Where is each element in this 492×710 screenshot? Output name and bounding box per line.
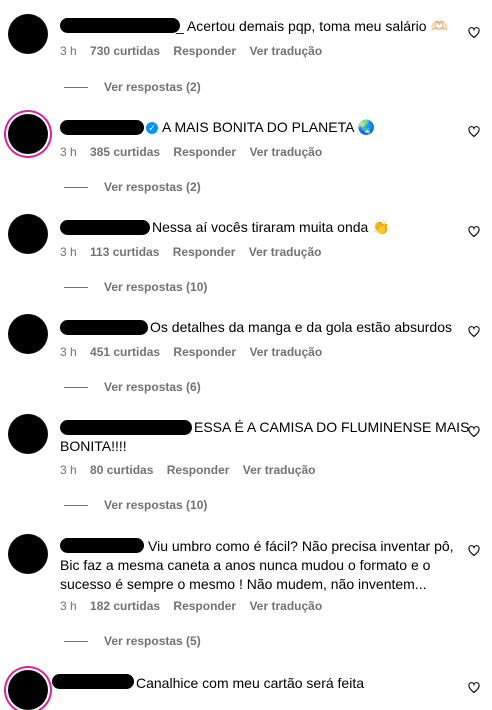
likes-count[interactable]: 730 curtidas xyxy=(90,44,160,58)
comment-text: Os detalhes da manga e da gola estão abs… xyxy=(150,319,452,335)
view-replies-label[interactable]: Ver respostas (10) xyxy=(104,280,207,294)
replies-divider xyxy=(64,641,88,643)
verified-badge-icon: ✓ xyxy=(146,122,158,134)
comment-text: _ Acertou demais pqp, toma meu salário 🫶… xyxy=(176,18,448,34)
replies-divider xyxy=(64,87,88,89)
comment-time: 3 h xyxy=(60,44,77,58)
comment-meta: 3 h 451 curtidas Responder Ver tradução xyxy=(60,345,332,359)
likes-count[interactable]: 451 curtidas xyxy=(90,345,160,359)
reply-button[interactable]: Responder xyxy=(173,599,236,613)
comment-text: Canalhice com meu cartão será feita xyxy=(136,675,364,691)
likes-count[interactable]: 385 curtidas xyxy=(90,145,160,159)
view-replies-button[interactable]: Ver respostas (10) xyxy=(64,280,207,294)
comment-text-line-1: ESSA É A CAMISA DO FLUMINENSE MAIS xyxy=(194,419,470,435)
comment-meta: 3 h 385 curtidas Responder Ver tradução xyxy=(60,145,332,159)
reply-button[interactable]: Responder xyxy=(173,345,236,359)
comment-meta: 3 h 730 curtidas Responder Ver tradução xyxy=(60,44,332,58)
translate-button[interactable]: Ver tradução xyxy=(249,145,322,159)
comment-text: Nessa aí vocês tiraram muita onda 👏 xyxy=(152,219,390,235)
replies-divider xyxy=(64,505,88,507)
replies-divider xyxy=(64,287,88,289)
heart-icon[interactable] xyxy=(468,682,480,694)
view-replies-button[interactable]: Ver respostas (2) xyxy=(64,80,201,94)
likes-count[interactable]: 182 curtidas xyxy=(90,599,160,613)
heart-icon[interactable] xyxy=(468,226,480,238)
view-replies-button[interactable]: Ver respostas (2) xyxy=(64,180,201,194)
avatar[interactable] xyxy=(8,114,48,154)
redacted-username[interactable] xyxy=(60,220,150,235)
comment-meta: 3 h 182 curtidas Responder Ver tradução xyxy=(60,599,332,613)
comment-text-line-2: BONITA!!!! xyxy=(60,438,127,454)
translate-button[interactable]: Ver tradução xyxy=(243,463,316,477)
view-replies-label[interactable]: Ver respostas (2) xyxy=(104,180,201,194)
redacted-username[interactable] xyxy=(60,120,144,135)
translate-button[interactable]: Ver tradução xyxy=(249,245,322,259)
replies-divider xyxy=(64,387,88,389)
comment-text-content: A MAIS BONITA DO PLANETA 🌏 xyxy=(162,119,375,135)
comment-text-line-2: Bic faz a mesma caneta a anos nunca mudo… xyxy=(60,557,431,573)
reply-button[interactable]: Responder xyxy=(167,463,230,477)
view-replies-label[interactable]: Ver respostas (10) xyxy=(104,498,207,512)
comment-time: 3 h xyxy=(60,145,77,159)
heart-icon[interactable] xyxy=(468,27,480,39)
reply-button[interactable]: Responder xyxy=(173,245,236,259)
translate-button[interactable]: Ver tradução xyxy=(249,345,322,359)
heart-icon[interactable] xyxy=(468,545,480,557)
redacted-username[interactable] xyxy=(60,320,148,335)
reply-button[interactable]: Responder xyxy=(173,145,236,159)
avatar[interactable] xyxy=(8,314,48,354)
redacted-username[interactable] xyxy=(60,18,180,33)
reply-button[interactable]: Responder xyxy=(173,44,236,58)
comment-time: 3 h xyxy=(60,463,77,477)
view-replies-label[interactable]: Ver respostas (6) xyxy=(104,380,201,394)
comment-text-line-1: Viu umbro como é fácil? Não precisa inve… xyxy=(148,538,454,554)
translate-button[interactable]: Ver tradução xyxy=(249,599,322,613)
comment-text: ✓ A MAIS BONITA DO PLANETA 🌏 xyxy=(146,117,375,137)
comment-time: 3 h xyxy=(60,599,77,613)
comment-text-line-3: sucesso é sempre o mesmo ! Não mudem, nã… xyxy=(60,576,427,592)
heart-icon[interactable] xyxy=(468,326,480,338)
translate-button[interactable]: Ver tradução xyxy=(249,44,322,58)
avatar[interactable] xyxy=(8,414,48,454)
avatar[interactable] xyxy=(8,534,48,574)
comment-time: 3 h xyxy=(60,345,77,359)
heart-icon[interactable] xyxy=(468,126,480,138)
view-replies-label[interactable]: Ver respostas (2) xyxy=(104,80,201,94)
avatar[interactable] xyxy=(8,14,48,54)
avatar[interactable] xyxy=(8,214,48,254)
redacted-username[interactable] xyxy=(60,538,144,553)
view-replies-button[interactable]: Ver respostas (10) xyxy=(64,498,207,512)
comment-meta: 3 h 80 curtidas Responder Ver tradução xyxy=(60,463,325,477)
likes-count[interactable]: 80 curtidas xyxy=(90,463,153,477)
likes-count[interactable]: 113 curtidas xyxy=(90,245,159,259)
comment-time: 3 h xyxy=(60,245,77,259)
replies-divider xyxy=(64,187,88,189)
heart-icon[interactable] xyxy=(468,426,480,438)
view-replies-label[interactable]: Ver respostas (5) xyxy=(104,634,201,648)
redacted-username[interactable] xyxy=(52,674,134,689)
view-replies-button[interactable]: Ver respostas (6) xyxy=(64,380,201,394)
comment-meta: 3 h 113 curtidas Responder Ver tradução xyxy=(60,245,331,259)
avatar[interactable] xyxy=(8,670,48,710)
view-replies-button[interactable]: Ver respostas (5) xyxy=(64,634,201,648)
redacted-username[interactable] xyxy=(60,420,192,435)
